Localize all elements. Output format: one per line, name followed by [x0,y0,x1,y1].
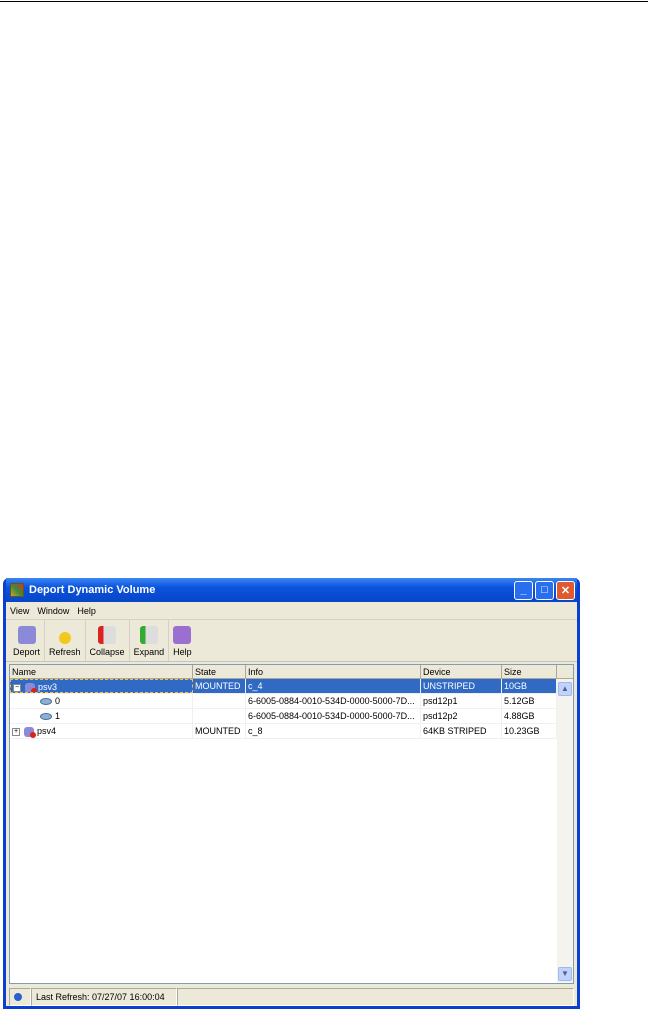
cell-size: 10.23GB [502,724,557,738]
cell-state [193,694,246,708]
col-size[interactable]: Size [502,665,557,678]
cell-name: 0 [55,696,61,706]
disk-icon [40,698,52,706]
refresh-label: Refresh [49,647,81,657]
maximize-button[interactable]: □ [535,580,554,600]
table-row[interactable]: − psv3 MOUNTED c_4 UNSTRIPED 10GB [10,679,573,694]
menu-bar: View Window Help [6,602,577,620]
page-rule [0,1,648,2]
help-button[interactable]: Help [169,620,196,661]
window-title: Deport Dynamic Volume [29,584,156,596]
close-button[interactable]: ✕ [556,580,575,600]
cell-device: psd12p1 [421,694,502,708]
deport-label: Deport [13,647,41,657]
help-book-icon [173,626,192,644]
expand-icon [139,626,158,644]
expand-button[interactable]: Expand [130,620,170,661]
help-label: Help [173,647,192,657]
app-icon [10,583,24,597]
deport-button[interactable]: Deport [9,620,46,661]
cell-size: 5.12GB [502,694,557,708]
info-icon-cell [9,988,31,1006]
cell-info: c_4 [246,679,421,693]
cell-state: MOUNTED [193,679,246,693]
cell-info: c_8 [246,724,421,738]
table-row[interactable]: 1 6-6005-0884-0010-534D-0000-5000-7D... … [10,709,573,724]
refresh-icon [58,632,71,644]
cell-state: MOUNTED [193,724,246,738]
table-header: Name State Info Device Size [10,665,573,679]
col-state[interactable]: State [193,665,246,678]
cell-info: 6-6005-0884-0010-534D-0000-5000-7D... [246,709,421,723]
cell-name: psv4 [37,726,57,736]
info-icon [14,993,22,1001]
cell-size: 4.88GB [502,709,557,723]
collapse-label: Collapse [89,647,125,657]
expand-label: Expand [133,647,165,657]
scroll-down-button[interactable]: ▼ [558,967,572,981]
menu-window[interactable]: Window [37,606,69,616]
cell-name: 1 [55,711,61,721]
status-bar: Last Refresh: 07/27/07 16:00:04 [9,988,574,1006]
minimize-button[interactable]: _ [514,580,533,600]
scroll-up-button[interactable]: ▲ [558,682,572,696]
menu-view[interactable]: View [10,606,29,616]
collapse-icon [98,626,117,644]
cell-device: psd12p2 [421,709,502,723]
cell-device: 64KB STRIPED [421,724,502,738]
disk-icon [40,713,52,721]
menu-help[interactable]: Help [77,606,96,616]
col-name[interactable]: Name [10,665,193,678]
toolbar: Deport Refresh Collapse Expand Help [6,620,577,662]
table-row[interactable]: + psv4 MOUNTED c_8 64KB STRIPED 10.23GB [10,724,573,739]
collapse-toggle[interactable]: − [13,683,21,692]
cell-name: psv3 [38,682,58,692]
cell-info: 6-6005-0884-0010-534D-0000-5000-7D... [246,694,421,708]
app-window: Deport Dynamic Volume _ □ ✕ View Window … [3,578,580,1009]
table-row[interactable]: 0 6-6005-0884-0010-534D-0000-5000-7D... … [10,694,573,709]
last-refresh-text: Last Refresh: 07/27/07 16:00:04 [31,988,177,1006]
col-device[interactable]: Device [421,665,502,678]
volume-icon [25,682,37,692]
expand-toggle[interactable]: + [12,727,20,736]
col-info[interactable]: Info [246,665,421,678]
volume-table: Name State Info Device Size − psv3 MOUNTE… [9,664,574,984]
volume-icon [24,726,36,738]
cell-device: UNSTRIPED [421,679,502,693]
vertical-scrollbar[interactable]: ▲ ▼ [557,679,573,983]
cell-size: 10GB [502,679,557,693]
status-panel [177,988,574,1006]
collapse-button[interactable]: Collapse [86,620,130,661]
refresh-button[interactable]: Refresh [45,620,86,661]
title-bar: Deport Dynamic Volume _ □ ✕ [6,578,577,602]
deport-icon [17,626,36,644]
cell-state [193,709,246,723]
